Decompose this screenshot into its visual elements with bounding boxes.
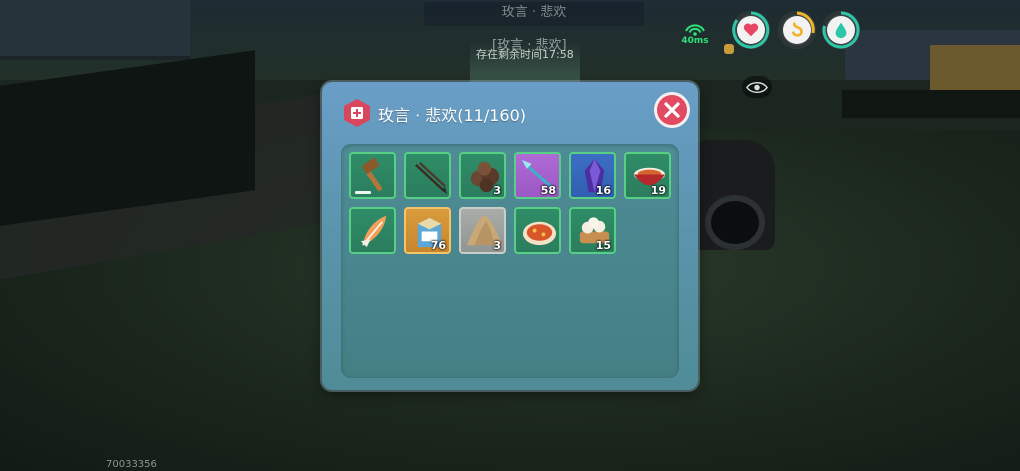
item-quantity: 15 [595,239,611,252]
house-right-roof [930,45,1020,90]
item-slot-arrows[interactable] [404,152,451,199]
close-button[interactable] [654,92,690,128]
hunger-gauge[interactable] [778,11,816,49]
panel-title: 玫言 · 悲欢(11/160) [378,106,527,125]
view-toggle-button[interactable] [742,76,772,98]
container-panel: 玫言 · 悲欢(11/160) 3 58 16 19 76 3 15 [322,82,698,390]
item-slot-pizza[interactable] [514,207,561,254]
health-icon-bg [737,16,765,44]
pizza-icon [522,221,557,246]
item-quantity: 58 [540,184,556,197]
item-quantity: 76 [430,239,446,252]
stomach-icon [792,22,803,37]
inventory-grid: 3 58 16 19 76 3 15 [341,144,679,378]
item-slot-feather[interactable] [349,207,396,254]
buff-badge-icon [724,44,734,54]
item-slot-sand-pile[interactable]: 3 [459,207,506,254]
item-quantity: 16 [595,184,611,197]
wifi-signal-icon [685,24,705,36]
thirst-icon-bg [827,16,855,44]
storage-box-icon [344,99,370,127]
item-slot-milk-carton[interactable]: 76 [404,207,451,254]
panel-header: 玫言 · 悲欢(11/160) [322,82,698,140]
ping-value: 40ms [681,36,709,46]
network-ping: 40ms [678,22,712,46]
item-slot-dumplings[interactable]: 15 [569,207,616,254]
item-quantity: 19 [650,184,666,197]
close-x-icon [664,102,680,118]
item-slot-spear[interactable]: 58 [514,152,561,199]
hunger-icon-bg [783,16,811,44]
hedge [842,90,1020,118]
item-slot-ore[interactable]: 3 [459,152,506,199]
arrows-icon [415,161,448,195]
water-drop-icon [835,22,847,39]
car-wheel [705,195,765,250]
container-name-banner: 玫言 · 悲欢 [424,2,644,26]
item-slot-crystal[interactable]: 16 [569,152,616,199]
thirst-gauge[interactable] [822,11,860,49]
item-slot-hammer[interactable] [349,152,396,199]
player-id: 70033356 [106,459,157,470]
durability-bar [355,191,371,194]
item-slot-rice-bowl[interactable]: 19 [624,152,671,199]
eye-icon [746,81,768,93]
feather-icon [360,215,387,248]
item-quantity: 3 [493,184,501,197]
building-left [0,0,190,60]
remaining-time-label: 存在剩余时间17:58 [476,48,574,61]
heart-icon [743,23,759,37]
item-quantity: 3 [493,239,501,252]
health-gauge[interactable] [732,11,770,49]
